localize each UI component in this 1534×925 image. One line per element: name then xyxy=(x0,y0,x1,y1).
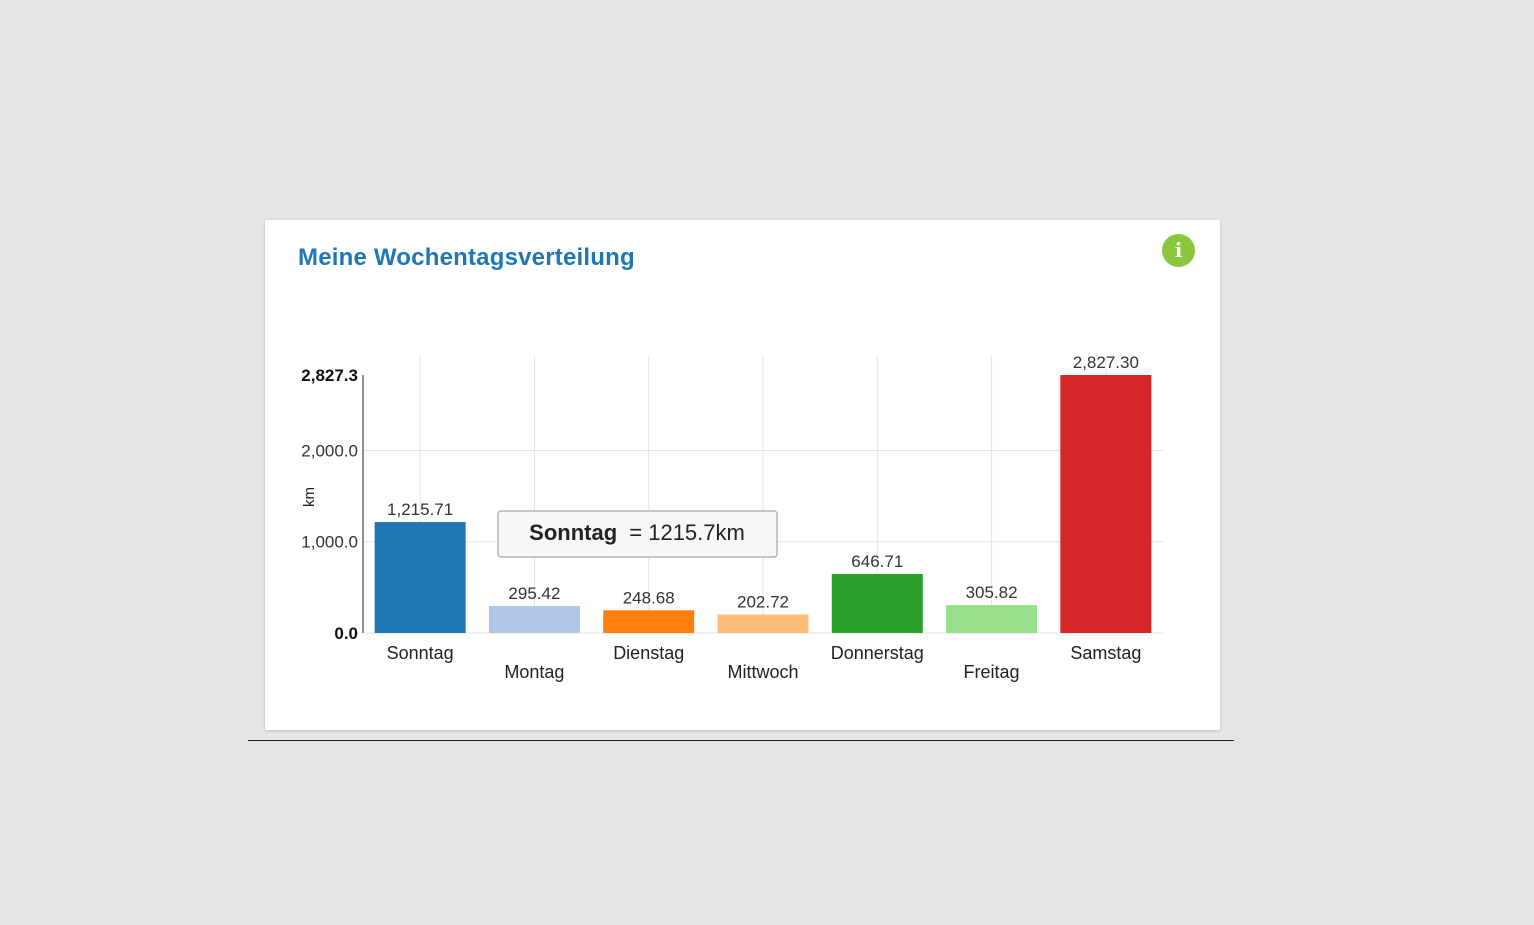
x-tick-label: Dienstag xyxy=(613,643,684,663)
tooltip-category: Sonntag xyxy=(529,520,617,545)
x-tick-label: Samstag xyxy=(1070,643,1141,663)
x-tick-label: Sonntag xyxy=(387,643,454,663)
y-tick-label: 0.0 xyxy=(334,624,358,643)
value-label: 248.68 xyxy=(623,588,675,607)
x-tick-label: Freitag xyxy=(964,662,1020,682)
bar-chart: 0.0 1,000.0 2,000.0 2,827.3 1,215.71 Sonntag… xyxy=(301,353,1163,682)
x-tick-label: Mittwoch xyxy=(727,662,798,682)
value-label: 202.72 xyxy=(737,593,789,612)
bar-montag[interactable] xyxy=(488,606,580,633)
value-label: 305.82 xyxy=(966,583,1018,602)
bar-dienstag[interactable] xyxy=(603,610,695,633)
bar-mittwoch[interactable] xyxy=(717,614,809,633)
y-axis-label: km xyxy=(301,487,318,507)
value-label: 1,215.71 xyxy=(387,500,453,519)
value-label: 646.71 xyxy=(851,552,903,571)
tooltip-value: = 1215.7km xyxy=(629,520,745,545)
bar-sonntag[interactable] xyxy=(374,522,466,633)
bar-freitag[interactable] xyxy=(946,605,1038,633)
x-tick-label: Montag xyxy=(504,662,564,682)
y-tick-label: 1,000.0 xyxy=(301,533,358,552)
bar-donnerstag[interactable] xyxy=(831,573,923,633)
svg-text:Sonntag = 1215.7km: Sonntag = 1215.7km xyxy=(529,520,745,545)
grid-lines xyxy=(363,356,1163,634)
x-tick-label: Donnerstag xyxy=(831,643,924,663)
divider-line xyxy=(248,740,1234,741)
y-tick-label: 2,827.3 xyxy=(301,366,358,385)
y-tick-label: 2,000.0 xyxy=(301,441,358,460)
value-label: 295.42 xyxy=(508,584,560,603)
tooltip: Sonntag = 1215.7km xyxy=(497,510,778,558)
value-label: 2,827.30 xyxy=(1073,353,1139,372)
bar-samstag[interactable] xyxy=(1060,375,1152,633)
